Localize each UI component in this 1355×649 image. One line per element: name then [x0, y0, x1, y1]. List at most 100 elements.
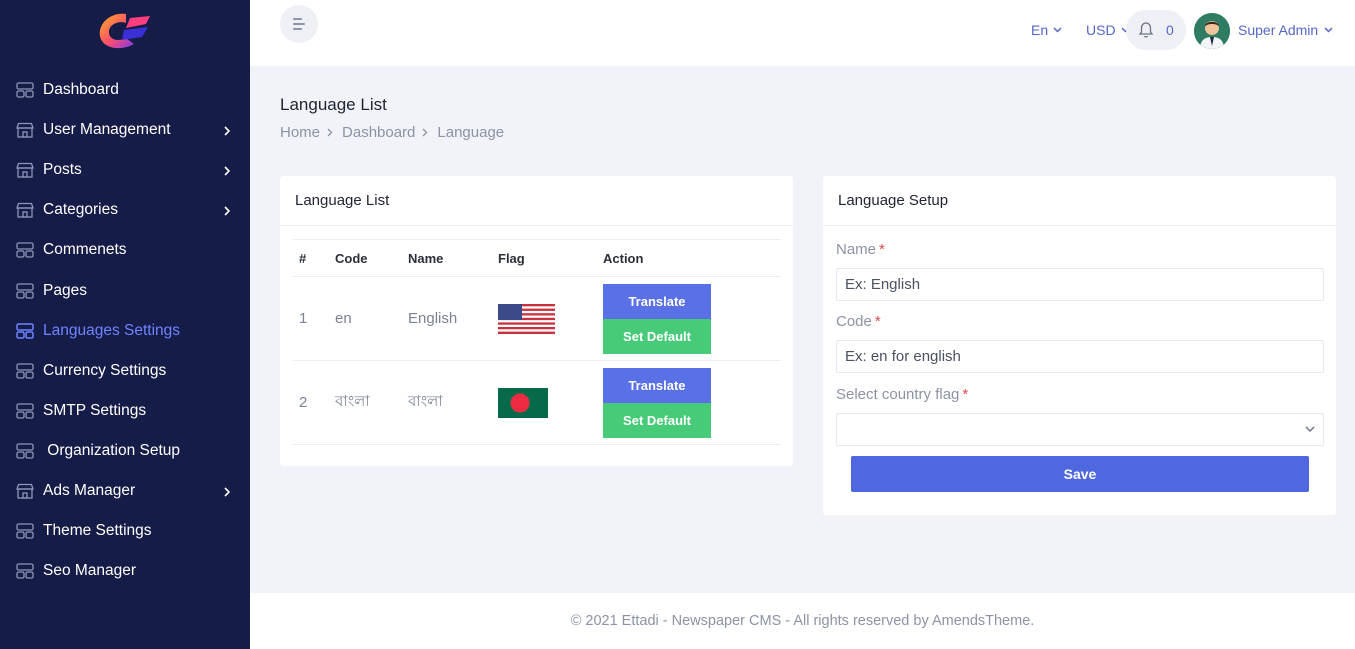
sidebar-item-label: Dashboard — [43, 81, 119, 99]
top-header: En USD 0 Super Admin — [250, 0, 1355, 66]
sidebar-item-label: SMTP Settings — [43, 401, 147, 419]
table-row: 2 বাংলা বাংলা Translate Set Default — [293, 360, 781, 445]
required-mark: * — [874, 313, 881, 330]
sidebar-item-currency-settings[interactable]: Currency Settings — [0, 351, 250, 391]
card-title: Language Setup — [823, 176, 1336, 226]
sidebar-item-smtp-settings[interactable]: SMTP Settings — [0, 391, 250, 431]
app-logo[interactable] — [96, 10, 154, 52]
dashboard-icon — [16, 443, 34, 459]
sidebar-item-label: Languages Settings — [43, 321, 181, 339]
chevron-right-icon — [327, 124, 333, 141]
row-name: বাংলা — [402, 360, 492, 445]
sidebar: Dashboard User Management Posts Categories C… — [0, 0, 250, 649]
currency-select[interactable]: USD — [1086, 22, 1130, 38]
row-actions: Translate Set Default — [597, 360, 781, 445]
sidebar-item-ads-manager[interactable]: Ads Manager — [0, 471, 250, 511]
dashboard-icon — [16, 403, 34, 419]
menu-icon — [293, 18, 305, 30]
column-header: Flag — [492, 239, 597, 277]
store-icon — [16, 162, 34, 178]
breadcrumb: Home Dashboard Language — [280, 124, 504, 141]
row-flag-cell — [492, 360, 597, 445]
dashboard-icon — [16, 322, 34, 339]
sidebar-item-dashboard[interactable]: Dashboard — [0, 70, 250, 110]
breadcrumb-current: Language — [437, 124, 505, 141]
breadcrumb-home[interactable]: Home — [280, 124, 320, 141]
page-title: Language List — [280, 95, 387, 114]
sidebar-item-label: Ads Manager — [43, 481, 136, 499]
country-flag-select[interactable] — [836, 413, 1324, 446]
translate-button[interactable]: Translate — [603, 283, 711, 319]
card-title: Language List — [280, 176, 793, 226]
sidebar-item-label: Seo Manager — [43, 562, 137, 580]
column-header: # — [293, 239, 329, 277]
sidebar-item-theme-settings[interactable]: Theme Settings — [0, 511, 250, 551]
set-default-button[interactable]: Set Default — [603, 318, 711, 354]
sidebar-item-label: User Management — [43, 121, 171, 139]
chevron-down-icon — [1305, 426, 1315, 433]
table-header-row: # Code Name Flag Action — [293, 239, 781, 277]
chevron-right-icon — [422, 124, 428, 141]
footer: © 2021 Ettadi - Newspaper CMS - All righ… — [250, 593, 1355, 649]
sidebar-item-commenets[interactable]: Commenets — [0, 230, 250, 270]
row-actions: Translate Set Default — [597, 276, 781, 361]
sidebar-item-user-management[interactable]: User Management — [0, 110, 250, 150]
column-header: Action — [597, 239, 781, 277]
notification-count: 0 — [1166, 22, 1174, 38]
save-button[interactable]: Save — [851, 456, 1309, 492]
code-label-text: Code — [836, 313, 872, 330]
breadcrumb-dashboard[interactable]: Dashboard — [342, 124, 415, 141]
avatar[interactable] — [1194, 13, 1230, 49]
chevron-down-icon — [1324, 27, 1333, 33]
sidebar-item-label: Categories — [43, 201, 118, 219]
column-header: Name — [402, 239, 492, 277]
sidebar-item-label: Currency Settings — [43, 361, 167, 379]
sidebar-item-label: Posts — [43, 161, 82, 179]
sidebar-item-label: Theme Settings — [43, 522, 152, 540]
sidebar-item-pages[interactable]: Pages — [0, 270, 250, 310]
currency-value: USD — [1086, 22, 1116, 38]
sidebar-item-seo-manager[interactable]: Seo Manager — [0, 551, 250, 591]
code-input[interactable] — [836, 340, 1324, 373]
menu-toggle-button[interactable] — [280, 5, 318, 43]
user-menu[interactable]: Super Admin — [1238, 22, 1333, 38]
dashboard-icon — [16, 82, 34, 98]
chevron-down-icon — [1053, 27, 1062, 33]
sidebar-nav: Dashboard User Management Posts Categories C… — [0, 70, 250, 591]
row-number: 2 — [293, 360, 329, 445]
sidebar-item-label: Commenets — [43, 241, 127, 259]
language-select[interactable]: En — [1031, 22, 1062, 38]
row-flag-cell — [492, 276, 597, 361]
name-input[interactable] — [836, 268, 1324, 301]
chevron-right-icon — [223, 164, 231, 176]
dashboard-icon — [16, 242, 34, 259]
column-header: Code — [329, 239, 402, 277]
required-mark: * — [879, 241, 885, 258]
language-setup-card: Language Setup Name* Code* Select countr… — [823, 176, 1336, 515]
language-list-card: Language List # Code Name Flag Action 1 … — [280, 176, 793, 466]
sidebar-item-languages-settings[interactable]: Languages Settings — [0, 311, 250, 351]
notifications-button[interactable]: 0 — [1126, 10, 1186, 50]
sidebar-item-organization-setup[interactable]: Organization Setup — [0, 431, 250, 471]
user-name: Super Admin — [1238, 22, 1319, 38]
code-label: Code * — [836, 313, 881, 330]
flag-label-text: Select country flag — [836, 386, 960, 403]
table-row: 1 en English Translate Set Default — [293, 276, 781, 361]
bd-flag-icon — [498, 387, 548, 418]
chevron-right-icon — [223, 124, 231, 136]
chevron-right-icon — [223, 204, 231, 216]
row-number: 1 — [293, 276, 329, 361]
store-icon — [16, 202, 34, 218]
row-code: en — [329, 276, 402, 361]
dashboard-icon — [16, 563, 34, 579]
flag-label: Select country flag * — [836, 386, 968, 403]
store-icon — [16, 483, 34, 499]
dashboard-icon — [16, 523, 34, 539]
sidebar-item-label: Organization Setup — [43, 441, 181, 459]
sidebar-item-posts[interactable]: Posts — [0, 150, 250, 190]
dashboard-icon — [16, 363, 34, 379]
set-default-button[interactable]: Set Default — [603, 402, 711, 438]
translate-button[interactable]: Translate — [603, 367, 711, 403]
language-value: En — [1031, 22, 1049, 38]
sidebar-item-categories[interactable]: Categories — [0, 190, 250, 230]
